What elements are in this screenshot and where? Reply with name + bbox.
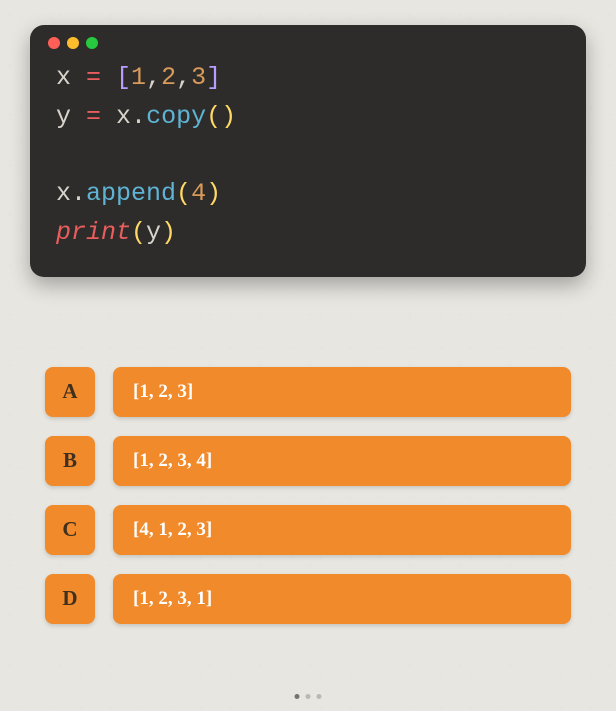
answer-text: [1, 2, 3]: [113, 367, 571, 417]
answer-option-b[interactable]: B [1, 2, 3, 4]: [45, 436, 571, 486]
answer-text: [1, 2, 3, 4]: [113, 436, 571, 486]
answer-list: A [1, 2, 3] B [1, 2, 3, 4] C [4, 1, 2, 3…: [30, 367, 586, 624]
maximize-icon: [86, 37, 98, 49]
window-controls: [48, 37, 568, 49]
answer-text: [4, 1, 2, 3]: [113, 505, 571, 555]
code-window: x = [1,2,3] y = x.copy() x.append(4) pri…: [30, 25, 586, 277]
pagination-dots: [295, 694, 322, 699]
page-dot-active: [295, 694, 300, 699]
close-icon: [48, 37, 60, 49]
code-line-2: y = x.copy(): [56, 98, 568, 137]
answer-letter: D: [45, 574, 95, 624]
code-content: x = [1,2,3] y = x.copy() x.append(4) pri…: [48, 59, 568, 253]
code-line-5: print(y): [56, 214, 568, 253]
answer-letter: A: [45, 367, 95, 417]
answer-letter: C: [45, 505, 95, 555]
answer-option-a[interactable]: A [1, 2, 3]: [45, 367, 571, 417]
page-dot: [317, 694, 322, 699]
page-dot: [306, 694, 311, 699]
answer-option-c[interactable]: C [4, 1, 2, 3]: [45, 505, 571, 555]
code-line-1: x = [1,2,3]: [56, 59, 568, 98]
minimize-icon: [67, 37, 79, 49]
code-line-blank: [56, 137, 568, 176]
answer-letter: B: [45, 436, 95, 486]
code-line-4: x.append(4): [56, 175, 568, 214]
answer-option-d[interactable]: D [1, 2, 3, 1]: [45, 574, 571, 624]
answer-text: [1, 2, 3, 1]: [113, 574, 571, 624]
